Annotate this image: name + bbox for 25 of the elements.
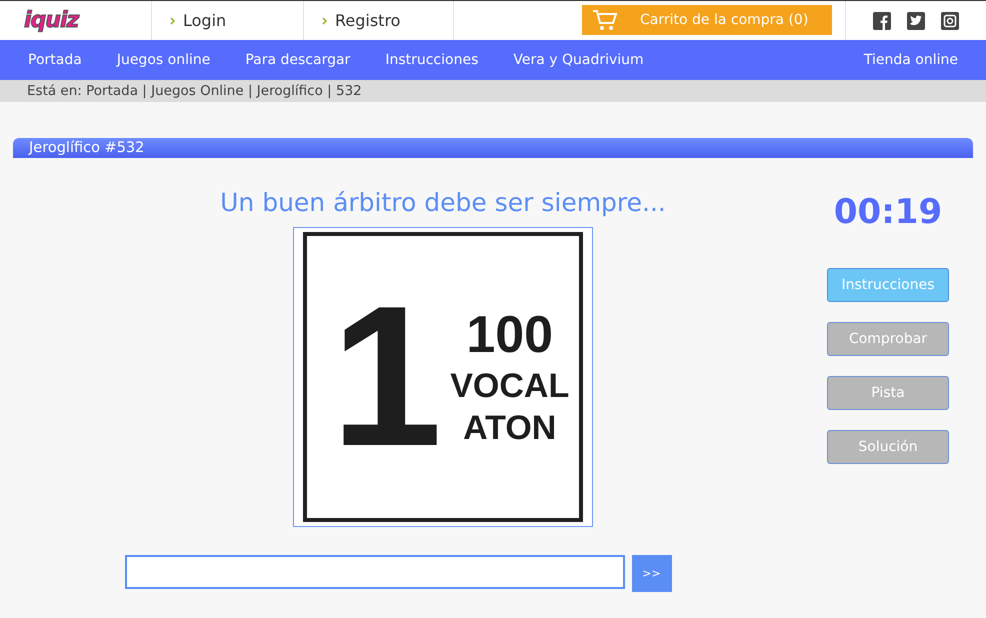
panel-header: Jeroglífico #532	[13, 138, 973, 158]
puzzle-text: ATON	[463, 411, 556, 445]
puzzle-number: 1	[331, 277, 442, 477]
nav-link[interactable]: Juegos online	[116, 52, 210, 68]
facebook-icon[interactable]	[873, 12, 891, 30]
nav-link[interactable]: Instrucciones	[385, 52, 478, 68]
timer: 00:19	[834, 192, 942, 232]
submit-button[interactable]: >>	[632, 555, 672, 592]
instagram-icon[interactable]	[941, 12, 959, 30]
chevron-icon	[322, 16, 327, 24]
puzzle-text: 100	[466, 309, 554, 361]
logo[interactable]: iquiz	[24, 8, 78, 33]
nav-link[interactable]: Portada	[28, 52, 82, 68]
nav-link[interactable]: Tienda online	[864, 52, 958, 68]
top-link[interactable]: Registro	[322, 11, 400, 30]
nav-link[interactable]: Para descargar	[245, 52, 350, 68]
puzzle-text: VOCAL	[450, 369, 570, 403]
twitter-icon[interactable]	[907, 12, 925, 30]
cart-icon	[592, 9, 618, 31]
breadcrumb: Está en: Portada | Juegos Online | Jeroglífico | 532	[0, 80, 986, 102]
answer-field[interactable]	[124, 555, 624, 589]
question-title: Un buen árbitro debe ser siempre...	[220, 188, 666, 217]
chevron-icon	[170, 16, 175, 24]
nav-link[interactable]: Vera y Quadrivium	[513, 52, 644, 68]
top-link[interactable]: Login	[170, 11, 226, 30]
